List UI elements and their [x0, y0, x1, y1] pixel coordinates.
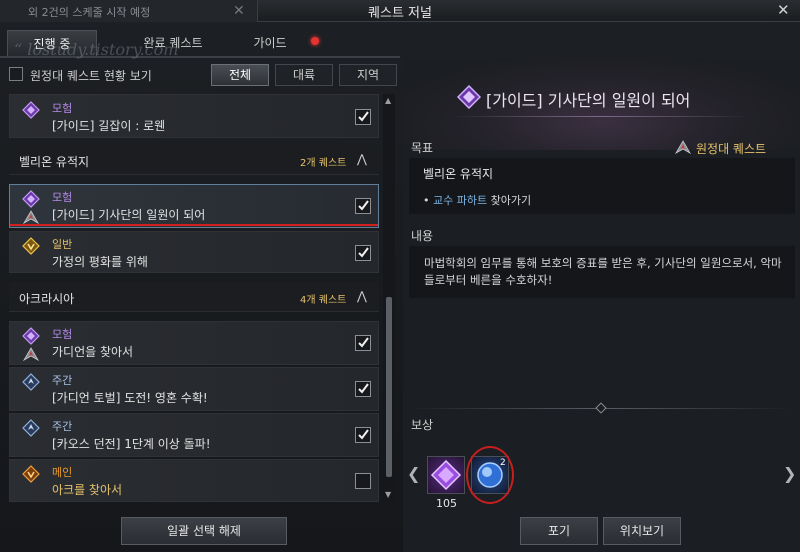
- quest-journal-window: 외 2건의 스케줄 시작 예정 ✕ 퀘스트 저널 ✕ 진행 중 완료 퀘스트 가…: [0, 0, 800, 552]
- tab-guide[interactable]: 가이드: [225, 30, 315, 56]
- main-quest-icon: [22, 465, 40, 483]
- quest-list: 모험 [가이드] 길잡이 : 로웬 벨리온 유적지 2개 퀘스트 ⋀ 모험 [가…: [9, 94, 379, 502]
- quest-item[interactable]: 주간 [가디언 토벌] 도전! 영혼 수확!: [9, 367, 379, 411]
- quest-name: 아크를 찾아서: [52, 483, 123, 497]
- quest-detail-title: [가이드] 기사단의 일원이 되어: [486, 91, 691, 110]
- collapse-chevron-icon[interactable]: ⋀: [357, 152, 367, 166]
- expedition-icon: [22, 347, 40, 362]
- expedition-quest-checkbox[interactable]: [9, 67, 23, 81]
- quest-name: 가디언을 찾아서: [52, 345, 134, 359]
- quest-item[interactable]: 메인 아크를 찾아서: [9, 459, 379, 502]
- filter-region-button[interactable]: 지역: [339, 64, 397, 86]
- adventure-icon: [22, 190, 40, 208]
- quest-type: 모험: [52, 102, 73, 115]
- check-icon: [358, 111, 369, 122]
- quest-type: 일반: [52, 238, 73, 251]
- goal-action: 찾아가기: [487, 194, 532, 207]
- locate-button[interactable]: 위치보기: [603, 517, 681, 545]
- annotation-underline: [10, 224, 378, 226]
- watermark: “ lostudy.tistory.com ”: [14, 40, 192, 59]
- quest-name: [가디언 토벌] 도전! 영혼 수확!: [52, 391, 208, 405]
- content-header: 내용: [411, 229, 434, 243]
- purple-gem-icon: [430, 459, 462, 491]
- collapse-chevron-icon[interactable]: ⋀: [357, 289, 367, 303]
- adventure-icon: [22, 327, 40, 345]
- quest-name: [카오스 던전] 1단계 이상 돌파!: [52, 437, 211, 451]
- goal-bullet: •: [423, 194, 430, 207]
- group-name: 아크라시아: [19, 292, 75, 306]
- scroll-thumb[interactable]: [386, 297, 392, 477]
- deselect-all-button[interactable]: 일괄 선택 해제: [121, 517, 287, 545]
- expedition-icon: [674, 140, 692, 155]
- quest-group-header[interactable]: 벨리온 유적지 2개 퀘스트 ⋀: [9, 145, 379, 175]
- goal-item: • 교수 파하트 찾아가기: [423, 192, 531, 208]
- check-icon: [358, 429, 369, 440]
- window-title: 퀘스트 저널: [368, 6, 432, 21]
- expedition-quest-checkbox-label: 원정대 퀘스트 현황 보기: [30, 69, 152, 83]
- quest-track-checkbox[interactable]: [355, 473, 371, 489]
- guide-alert-dot: [311, 37, 319, 45]
- expedition-icon: [22, 210, 40, 225]
- check-icon: [358, 337, 369, 348]
- goal-target-npc[interactable]: 교수 파하트: [433, 194, 487, 207]
- quest-item[interactable]: 모험 가디언을 찾아서: [9, 321, 379, 365]
- goal-location: 벨리온 유적지: [423, 167, 494, 181]
- window-close-icon[interactable]: ✕: [777, 1, 790, 19]
- scroll-up-icon[interactable]: ▲: [385, 96, 391, 105]
- reward-next-chevron-icon[interactable]: ❯: [783, 464, 796, 483]
- quest-item[interactable]: 모험 [가이드] 기사단의 일원이 되어: [9, 184, 379, 228]
- adventure-icon: [457, 85, 481, 109]
- quest-track-checkbox[interactable]: [355, 198, 371, 214]
- filter-all-button[interactable]: 전체: [211, 64, 269, 86]
- reward-count: 105: [436, 497, 457, 510]
- abandon-button[interactable]: 포기: [520, 517, 598, 545]
- quest-item[interactable]: 일반 가정의 평화를 위해: [9, 231, 379, 273]
- quest-type: 모험: [52, 328, 73, 341]
- quest-item[interactable]: 모험 [가이드] 길잡이 : 로웬: [9, 94, 379, 138]
- group-count: 2개 퀘스트: [300, 158, 347, 169]
- filter-continent-button[interactable]: 대륙: [275, 64, 333, 86]
- quest-track-checkbox[interactable]: [355, 427, 371, 443]
- quest-type: 주간: [52, 374, 73, 387]
- annotation-circle: [466, 446, 514, 504]
- content-text: 마법학회의 임무를 통해 보호의 증표를 받은 후, 기사단의 일원으로서, 악…: [424, 256, 782, 287]
- quest-group-header[interactable]: 아크라시아 4개 퀘스트 ⋀: [9, 282, 379, 312]
- weekly-quest-icon: [22, 419, 40, 437]
- check-icon: [358, 383, 369, 394]
- quest-name: [가이드] 기사단의 일원이 되어: [52, 208, 206, 222]
- quest-track-checkbox[interactable]: [355, 245, 371, 261]
- goal-header: 목표: [411, 141, 434, 155]
- reward-slot[interactable]: [427, 456, 465, 494]
- quest-item[interactable]: 주간 [카오스 던전] 1단계 이상 돌파!: [9, 413, 379, 457]
- reward-header: 보상: [411, 418, 434, 432]
- quest-type: 주간: [52, 420, 73, 433]
- group-count: 4개 퀘스트: [300, 295, 347, 306]
- expedition-quest-tag: 원정대 퀘스트: [696, 142, 767, 156]
- quest-name: 가정의 평화를 위해: [52, 255, 148, 269]
- quest-type: 모험: [52, 191, 73, 204]
- check-icon: [358, 200, 369, 211]
- weekly-quest-icon: [22, 373, 40, 391]
- group-name: 벨리온 유적지: [19, 155, 90, 169]
- quest-track-checkbox[interactable]: [355, 335, 371, 351]
- banner-divider: [450, 116, 750, 117]
- quest-type: 메인: [52, 466, 73, 479]
- quest-track-checkbox[interactable]: [355, 109, 371, 125]
- quest-name: [가이드] 길잡이 : 로웬: [52, 119, 166, 133]
- quest-list-scrollbar[interactable]: ▲ ▼: [383, 94, 395, 502]
- quest-track-checkbox[interactable]: [355, 381, 371, 397]
- scroll-down-icon[interactable]: ▼: [385, 490, 391, 499]
- normal-quest-icon: [22, 237, 40, 255]
- adventure-icon: [22, 101, 40, 119]
- check-icon: [358, 247, 369, 258]
- reward-prev-chevron-icon[interactable]: ❮: [407, 464, 420, 483]
